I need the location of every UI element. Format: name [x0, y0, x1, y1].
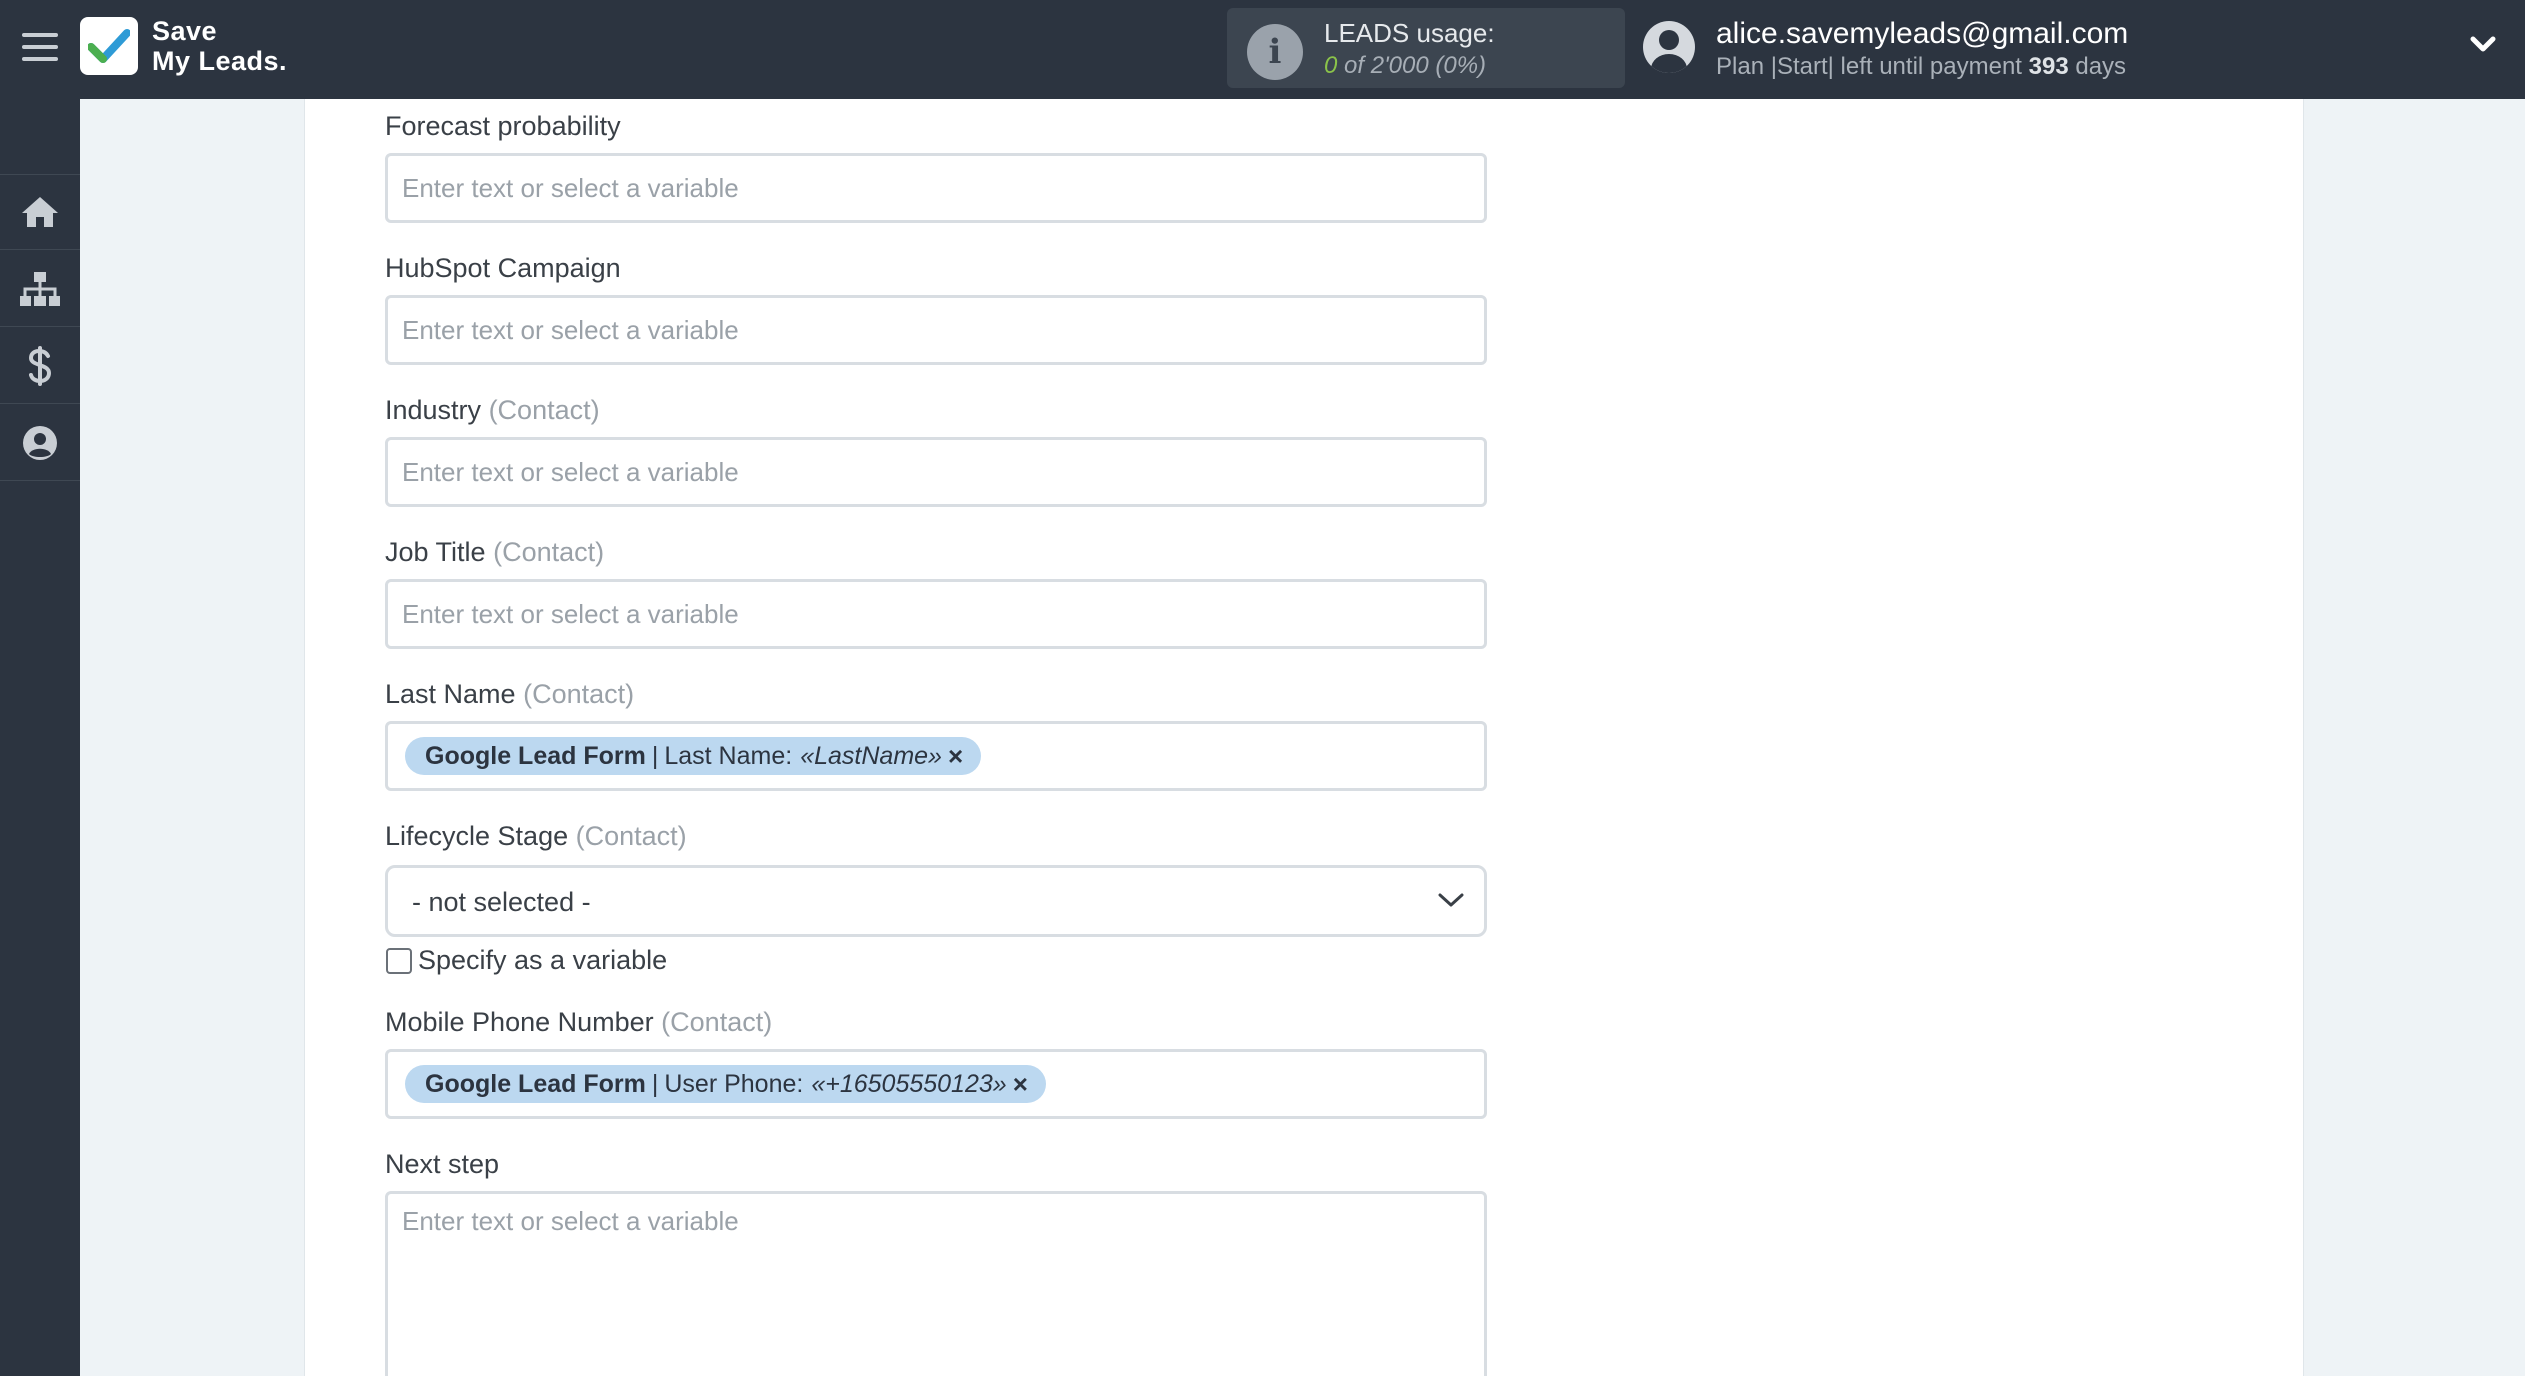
industry-input[interactable]: [385, 437, 1487, 507]
usage-value: 0 of 2'000 (0%): [1324, 52, 1487, 79]
mobile-phone-input[interactable]: Google Lead Form | User Phone: «+1650555…: [385, 1049, 1487, 1119]
job-title-label: Job Title (Contact): [385, 537, 605, 567]
next-step-label: Next step: [385, 1149, 500, 1179]
hubspot-campaign-label: HubSpot Campaign: [385, 253, 621, 283]
industry-label: Industry (Contact): [385, 395, 600, 425]
variable-tag[interactable]: Google Lead Form | Last Name: «LastName»…: [405, 737, 982, 775]
job-title-input[interactable]: [385, 579, 1487, 649]
home-icon[interactable]: [0, 174, 80, 250]
last-name-label: Last Name (Contact): [385, 679, 635, 709]
forecast-label: Forecast probability: [385, 111, 621, 141]
usage-title: LEADS usage:: [1324, 18, 1495, 48]
lifecycle-stage-select[interactable]: - not selected -: [385, 865, 1487, 937]
brand-name: Save My Leads.: [152, 16, 288, 76]
sidebar: [0, 99, 80, 1376]
user-circle-icon[interactable]: [0, 405, 80, 481]
last-name-input[interactable]: Google Lead Form | Last Name: «LastName»…: [385, 721, 1487, 791]
account-chevron-down-icon[interactable]: [2470, 36, 2496, 59]
avatar[interactable]: [1643, 21, 1695, 73]
account-email[interactable]: alice.savemyleads@gmail.com: [1716, 17, 2128, 51]
next-step-textarea[interactable]: [385, 1191, 1487, 1376]
menu-icon[interactable]: [22, 33, 58, 63]
hubspot-campaign-input[interactable]: [385, 295, 1487, 365]
variable-tag[interactable]: Google Lead Form | User Phone: «+1650555…: [405, 1065, 1046, 1103]
remove-tag-icon[interactable]: ×: [948, 741, 963, 772]
sitemap-icon[interactable]: [0, 251, 80, 327]
leads-usage-widget: i LEADS usage: 0 of 2'000 (0%): [1227, 8, 1625, 88]
mobile-phone-label: Mobile Phone Number (Contact): [385, 1007, 773, 1037]
chevron-down-icon: [1438, 890, 1464, 915]
specify-variable-row: Specify as a variable: [386, 945, 667, 976]
remove-tag-icon[interactable]: ×: [1013, 1069, 1028, 1100]
lifecycle-stage-label: Lifecycle Stage (Contact): [385, 821, 687, 851]
forecast-probability-input[interactable]: [385, 153, 1487, 223]
logo-icon: [80, 17, 138, 75]
specify-as-variable-checkbox[interactable]: [386, 947, 412, 974]
dollar-icon[interactable]: [0, 328, 80, 404]
top-bar: Save My Leads. i LEADS usage: 0 of 2'000…: [0, 0, 2525, 99]
info-icon: i: [1247, 24, 1303, 80]
plan-info: Plan |Start| left until payment 393 days: [1716, 53, 2127, 80]
